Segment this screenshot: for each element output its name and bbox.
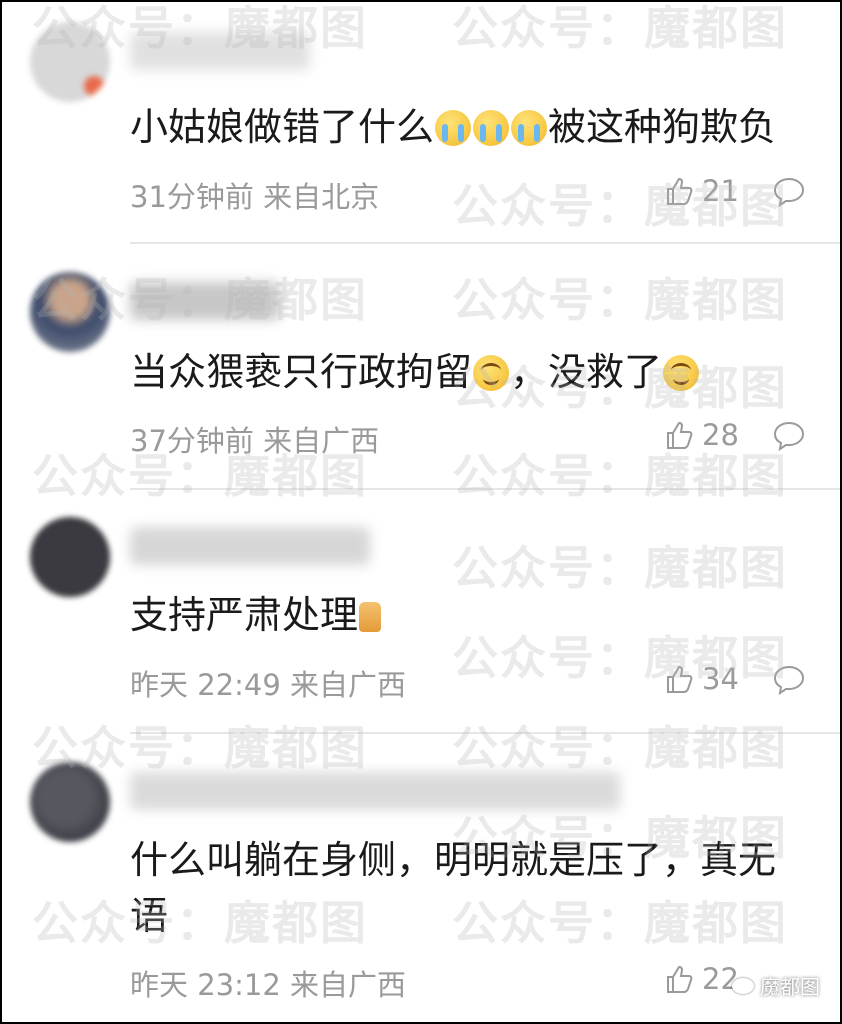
avatar[interactable] [30,272,110,352]
comment-meta: 昨天 23:12 来自广西 [130,962,406,1004]
watermark-text: 公众号：魔都图 [452,721,788,775]
comment-text-part: ，没救了 [510,350,663,394]
comment-text: 小姑娘做错了什么 被这种狗欺负 [130,99,810,155]
comment-location: 来自广西 [290,968,407,1002]
username-blurred[interactable] [130,282,280,320]
comment-time: 昨天 22:49 [130,668,281,702]
brand-badge: 魔都图 [732,971,820,1000]
speech-bubble-icon[interactable] [772,664,806,696]
comment-location: 来自广西 [263,424,380,458]
divider [130,488,840,490]
like-button[interactable]: 34 [664,662,739,696]
like-button[interactable]: 21 [664,174,739,208]
watermark-text: 公众号：魔都图 [452,273,788,327]
comment-time: 昨天 23:12 [130,968,281,1002]
comment-text: 什么叫躺在身侧，明明就是压了，真无语 [130,832,810,944]
thumbs-up-icon [667,421,693,449]
avatar[interactable] [30,762,110,842]
watermark-text: 公众号：魔都图 [452,1,788,55]
thumbs-up-emoji-icon [359,602,382,632]
smiling-face-emoji-icon [473,355,510,391]
comment-text-part: 支持严肃处理 [130,593,359,637]
comment-meta: 31分钟前 来自北京 [130,174,379,216]
comment-text-part: 小姑娘做错了什么 [130,105,435,149]
username-blurred[interactable] [130,32,310,70]
like-count: 28 [702,418,739,452]
comment-location: 来自北京 [263,180,380,214]
avatar[interactable] [30,517,110,597]
avatar[interactable] [30,22,110,102]
speech-bubble-icon[interactable] [772,176,806,208]
like-count: 21 [702,174,739,208]
brand-label: 魔都图 [760,975,820,999]
thumbs-up-icon [667,965,693,993]
comment-location: 来自广西 [290,668,407,702]
smiling-face-emoji-icon [663,355,700,391]
username-blurred[interactable] [130,772,620,810]
like-button[interactable]: 22 [664,962,739,996]
thumbs-up-icon [667,665,693,693]
crying-face-emoji-icon [473,110,510,146]
comment-text: 支持严肃处理 [130,587,810,643]
divider [130,732,840,734]
comment-text: 当众猥亵只行政拘留 ，没救了 [130,344,810,400]
username-blurred[interactable] [130,527,370,565]
comment-meta: 昨天 22:49 来自广西 [130,662,406,704]
thumbs-up-icon [667,177,693,205]
comment-text-part: 被这种狗欺负 [548,105,777,149]
speech-bubble-icon[interactable] [772,420,806,452]
comment-text-part: 当众猥亵只行政拘留 [130,350,473,394]
comment-time: 31分钟前 [130,180,254,214]
comment-text-part: 什么叫躺在身侧，明明就是压了，真无语 [130,838,777,938]
comment-meta: 37分钟前 来自广西 [130,418,379,460]
like-button[interactable]: 28 [664,418,739,452]
comment-time: 37分钟前 [130,424,254,458]
divider [130,242,840,244]
crying-face-emoji-icon [511,110,548,146]
comment-list: 小姑娘做错了什么 被这种狗欺负 31分钟前 来自北京 21 当众猥亵只行政拘留 ，没… [0,0,842,1024]
like-count: 34 [702,662,739,696]
wechat-logo-icon [732,977,754,994]
crying-face-emoji-icon [435,110,472,146]
